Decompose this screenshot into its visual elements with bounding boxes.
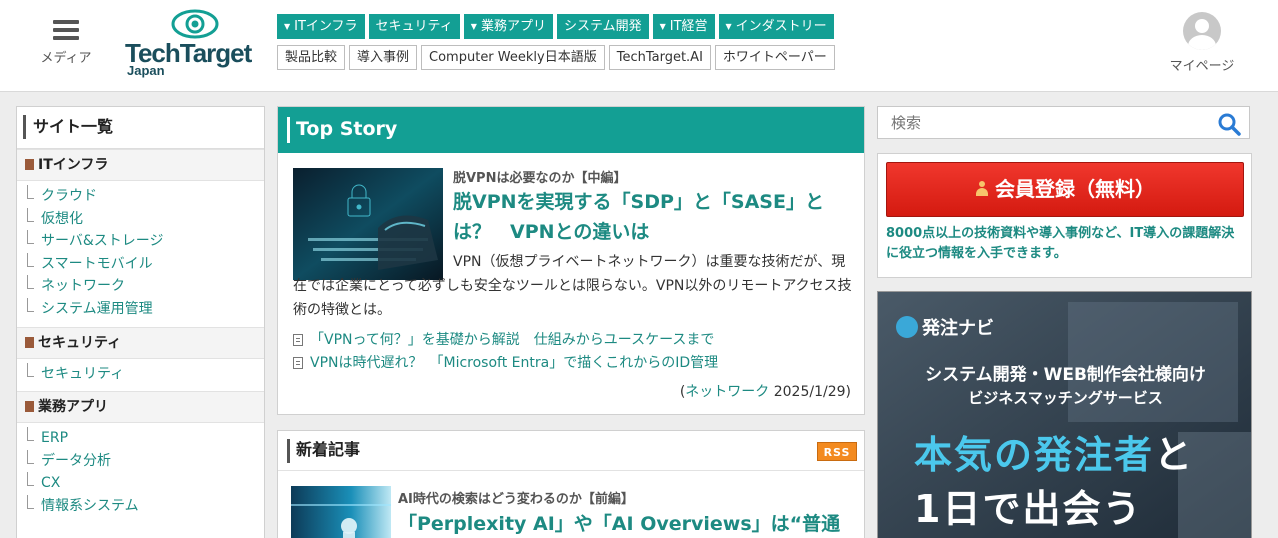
sidebar-title: サイト一覧: [17, 107, 264, 149]
nav-tab-it-infra[interactable]: ▼ ITインフラ: [277, 14, 365, 39]
related-link[interactable]: VPNは時代遅れ？ 「Microsoft Entra」で描くこれからのID管理: [293, 352, 718, 375]
ad-tagline: ビジネスマッチングサービス: [968, 389, 1163, 407]
sidebar-item-system-ops[interactable]: システム運用管理: [17, 297, 264, 321]
top-story-panel: Top Story 脱VPNは必要なのか【中編】 脱VPNを実現する「SDP」と…: [277, 106, 865, 415]
sidebar-category-business-apps[interactable]: 業務アプリ: [17, 391, 264, 424]
advertisement-banner[interactable]: 発注ナビ システム開発・WEB制作会社様向け ビジネスマッチングサービス 本気の…: [877, 291, 1252, 538]
member-signup-description: 8000点以上の技術資料や導入事例など、IT導入の課題解決に役立つ情報を入手でき…: [886, 226, 1235, 261]
top-story-heading: Top Story: [278, 107, 864, 153]
eye-logo-icon: [171, 9, 219, 39]
top-story-category-link[interactable]: ネットワーク: [685, 384, 769, 400]
sidebar-item-security[interactable]: セキュリティ: [17, 362, 264, 386]
secondary-nav: 製品比較 導入事例 Computer Weekly日本語版 TechTarget…: [277, 45, 835, 70]
sidebar-item-smart-mobile[interactable]: スマートモバイル: [17, 252, 264, 276]
ad-headline: 本気の発注者と: [914, 433, 1195, 477]
member-signup-panel: 会員登録（無料） 8000点以上の技術資料や導入事例など、IT導入の課題解決に役…: [877, 153, 1252, 278]
ad-brand: 発注ナビ: [896, 312, 994, 340]
media-menu-label: メディア: [40, 51, 92, 66]
sidebar-item-erp[interactable]: ERP: [17, 427, 264, 450]
article-kicker: AI時代の検索はどう変わるのか【前編】: [398, 492, 634, 507]
new-articles-panel: 新着記事 RSS AI時代の検索はどう変わるのか【前編】 「Perplexity…: [277, 430, 865, 538]
sidebar-item-info-systems[interactable]: 情報系システム: [17, 494, 264, 518]
media-menu-button[interactable]: メディア: [36, 18, 96, 66]
sidebar-item-virtualization[interactable]: 仮想化: [17, 207, 264, 231]
nav-tab-security[interactable]: セキュリティ: [368, 14, 460, 39]
nav-tab-system-dev[interactable]: システム開発: [556, 14, 649, 39]
nav-tab-it-management[interactable]: ▼ IT経営: [652, 14, 715, 39]
top-story-description: VPN（仮想プライベートネットワーク）は重要な技術だが、現在では企業にとって必ず…: [293, 254, 852, 318]
caret-down-icon: ▼: [470, 22, 477, 31]
primary-nav: ▼ ITインフラ セキュリティ ▼ 業務アプリ システム開発 ▼ IT経営 ▼ インダス…: [277, 14, 834, 39]
document-icon: [293, 334, 303, 346]
top-story-kicker: 脱VPNは必要なのか【中編】: [453, 171, 627, 186]
category-bullet-icon: [25, 401, 34, 413]
site-list-sidebar: サイト一覧 ITインフラ クラウド 仮想化 サーバ&ストレージ スマートモバイル…: [16, 106, 265, 538]
nav-link-whitepaper[interactable]: ホワイトペーパー: [714, 45, 835, 70]
caret-down-icon: ▼: [284, 22, 291, 31]
member-signup-button[interactable]: 会員登録（無料）: [886, 162, 1244, 217]
search-icon[interactable]: [1217, 112, 1241, 136]
sidebar-item-server-storage[interactable]: サーバ&ストレージ: [17, 230, 264, 253]
top-story-related-links: 「VPNって何？」を基礎から解説 仕組みからユースケースまで VPNは時代遅れ？…: [293, 329, 718, 375]
sidebar-sublist: ERP データ分析 CX 情報系システム: [17, 423, 264, 523]
sidebar-category-security[interactable]: セキュリティ: [17, 326, 264, 359]
site-header: メディア TechTarget Japan ▼ ITインフラ セキュリティ ▼ 業務…: [0, 0, 1278, 92]
sidebar-item-network[interactable]: ネットワーク: [17, 275, 264, 298]
article-headline[interactable]: 「Perplexity AI」や「AI Overviews」は“普通: [398, 509, 840, 536]
nav-link-techtarget-ai[interactable]: TechTarget.AI: [608, 45, 711, 70]
sidebar-item-cx[interactable]: CX: [17, 472, 264, 495]
hamburger-icon: [53, 18, 79, 40]
ad-headline: 1日で出会う: [914, 487, 1143, 531]
document-icon: [293, 357, 303, 369]
caret-down-icon: ▼: [659, 22, 666, 31]
top-story-meta: (ネットワーク 2025/1/29): [679, 384, 851, 400]
ad-tagline: システム開発・WEB制作会社様向け: [925, 365, 1206, 385]
nav-link-computer-weekly[interactable]: Computer Weekly日本語版: [421, 45, 605, 70]
caret-down-icon: ▼: [725, 22, 732, 31]
related-link[interactable]: 「VPNって何？」を基礎から解説 仕組みからユースケースまで: [293, 329, 718, 352]
search-input[interactable]: [878, 107, 1208, 138]
nav-tab-business-apps[interactable]: ▼ 業務アプリ: [463, 14, 553, 39]
category-bullet-icon: [25, 336, 34, 348]
logo-sub: Japan: [127, 63, 165, 78]
mypage-button[interactable]: マイページ: [1162, 12, 1242, 74]
user-avatar-icon: [1183, 12, 1221, 50]
nav-tab-industry[interactable]: ▼ インダストリー: [718, 14, 834, 39]
nav-link-product-compare[interactable]: 製品比較: [277, 45, 346, 70]
person-icon: [975, 181, 989, 197]
sidebar-item-data-analysis[interactable]: データ分析: [17, 449, 264, 473]
article-thumbnail[interactable]: [291, 486, 391, 538]
sidebar-sublist: クラウド 仮想化 サーバ&ストレージ スマートモバイル ネットワーク システム運…: [17, 181, 264, 327]
sidebar-sublist: セキュリティ: [17, 359, 264, 392]
rss-button[interactable]: RSS: [817, 442, 857, 461]
top-story-date: 2025/1/29): [769, 384, 851, 400]
hacchu-navi-logo-icon: [896, 316, 918, 338]
new-articles-heading: 新着記事: [278, 431, 864, 471]
sidebar-item-cloud[interactable]: クラウド: [17, 185, 264, 208]
top-story-headline[interactable]: 脱VPNを実現する「SDP」と「SASE」とは？ VPNとの違いは: [453, 187, 848, 247]
mypage-label: マイページ: [1169, 59, 1235, 74]
sidebar-category-it-infra[interactable]: ITインフラ: [17, 149, 264, 181]
nav-link-case-studies[interactable]: 導入事例: [349, 45, 418, 70]
search-box: [877, 106, 1250, 139]
category-bullet-icon: [25, 159, 34, 170]
techtarget-logo[interactable]: TechTarget Japan: [125, 6, 252, 78]
